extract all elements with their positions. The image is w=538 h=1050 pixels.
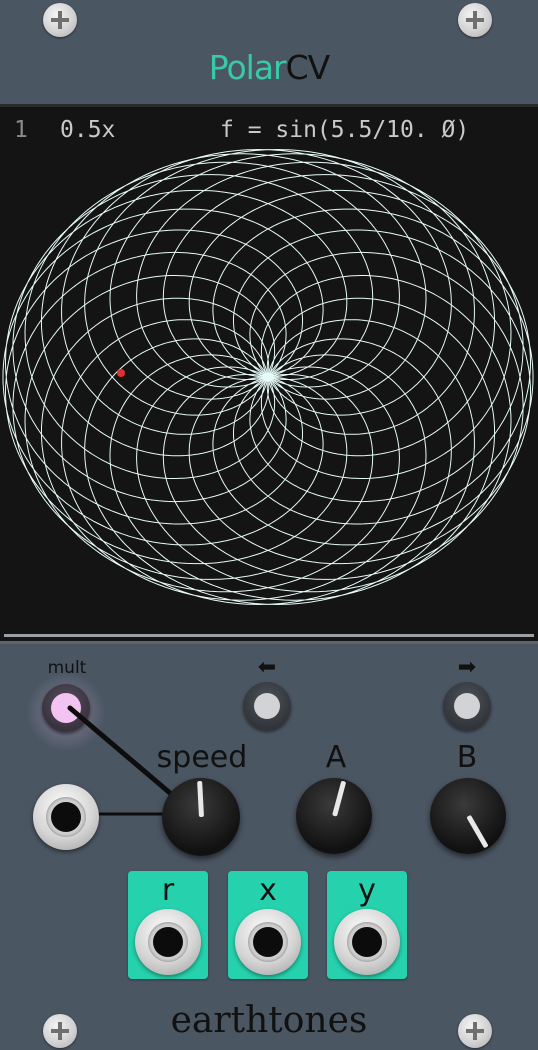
a-knob-pointer [331, 780, 346, 817]
screw-icon [43, 3, 77, 37]
output-y-label: y [358, 873, 376, 908]
output-y: y [327, 871, 407, 979]
title-polar: Polar [208, 48, 287, 87]
speed-knob-pointer [196, 780, 204, 818]
screw-icon [458, 1014, 492, 1048]
prev-button[interactable] [243, 682, 291, 730]
divider [4, 634, 534, 637]
brand-name: earthtones [170, 1000, 368, 1041]
output-x-label: x [259, 873, 277, 908]
output-x: x [228, 871, 308, 979]
b-knob[interactable] [430, 778, 506, 854]
title-cv: CV [285, 48, 331, 87]
screw-icon [458, 3, 492, 37]
screw-icon [43, 1014, 77, 1048]
output-r-jack[interactable] [135, 909, 201, 975]
a-knob[interactable] [296, 778, 372, 854]
speed-label: speed [156, 740, 248, 775]
rose-curve [2, 148, 534, 606]
output-x-jack[interactable] [235, 909, 301, 975]
left-arrow-icon: ⬅ [257, 655, 277, 680]
speed-input-jack[interactable] [33, 784, 99, 850]
playhead-dot [117, 369, 125, 377]
module-header: PolarCV [0, 0, 538, 104]
polar-plot [2, 148, 534, 606]
mult-button[interactable] [42, 684, 90, 732]
polarcv-module: PolarCV 1 0.5x f = sin(5.5/10. Ø) mult ⬅… [0, 0, 538, 1050]
output-y-jack[interactable] [334, 909, 400, 975]
prev-led [254, 693, 280, 719]
next-led [454, 693, 480, 719]
output-r: r [128, 871, 208, 979]
next-button[interactable] [443, 682, 491, 730]
a-label: A [325, 740, 347, 775]
mult-led [51, 693, 81, 723]
b-label: B [456, 740, 478, 775]
b-knob-pointer [465, 814, 489, 849]
right-arrow-icon: ➡ [457, 655, 477, 680]
module-title: PolarCV [0, 48, 538, 87]
display-screen: 1 0.5x f = sin(5.5/10. Ø) [0, 104, 538, 644]
speed-knob[interactable] [162, 778, 240, 856]
output-r-label: r [161, 873, 175, 908]
